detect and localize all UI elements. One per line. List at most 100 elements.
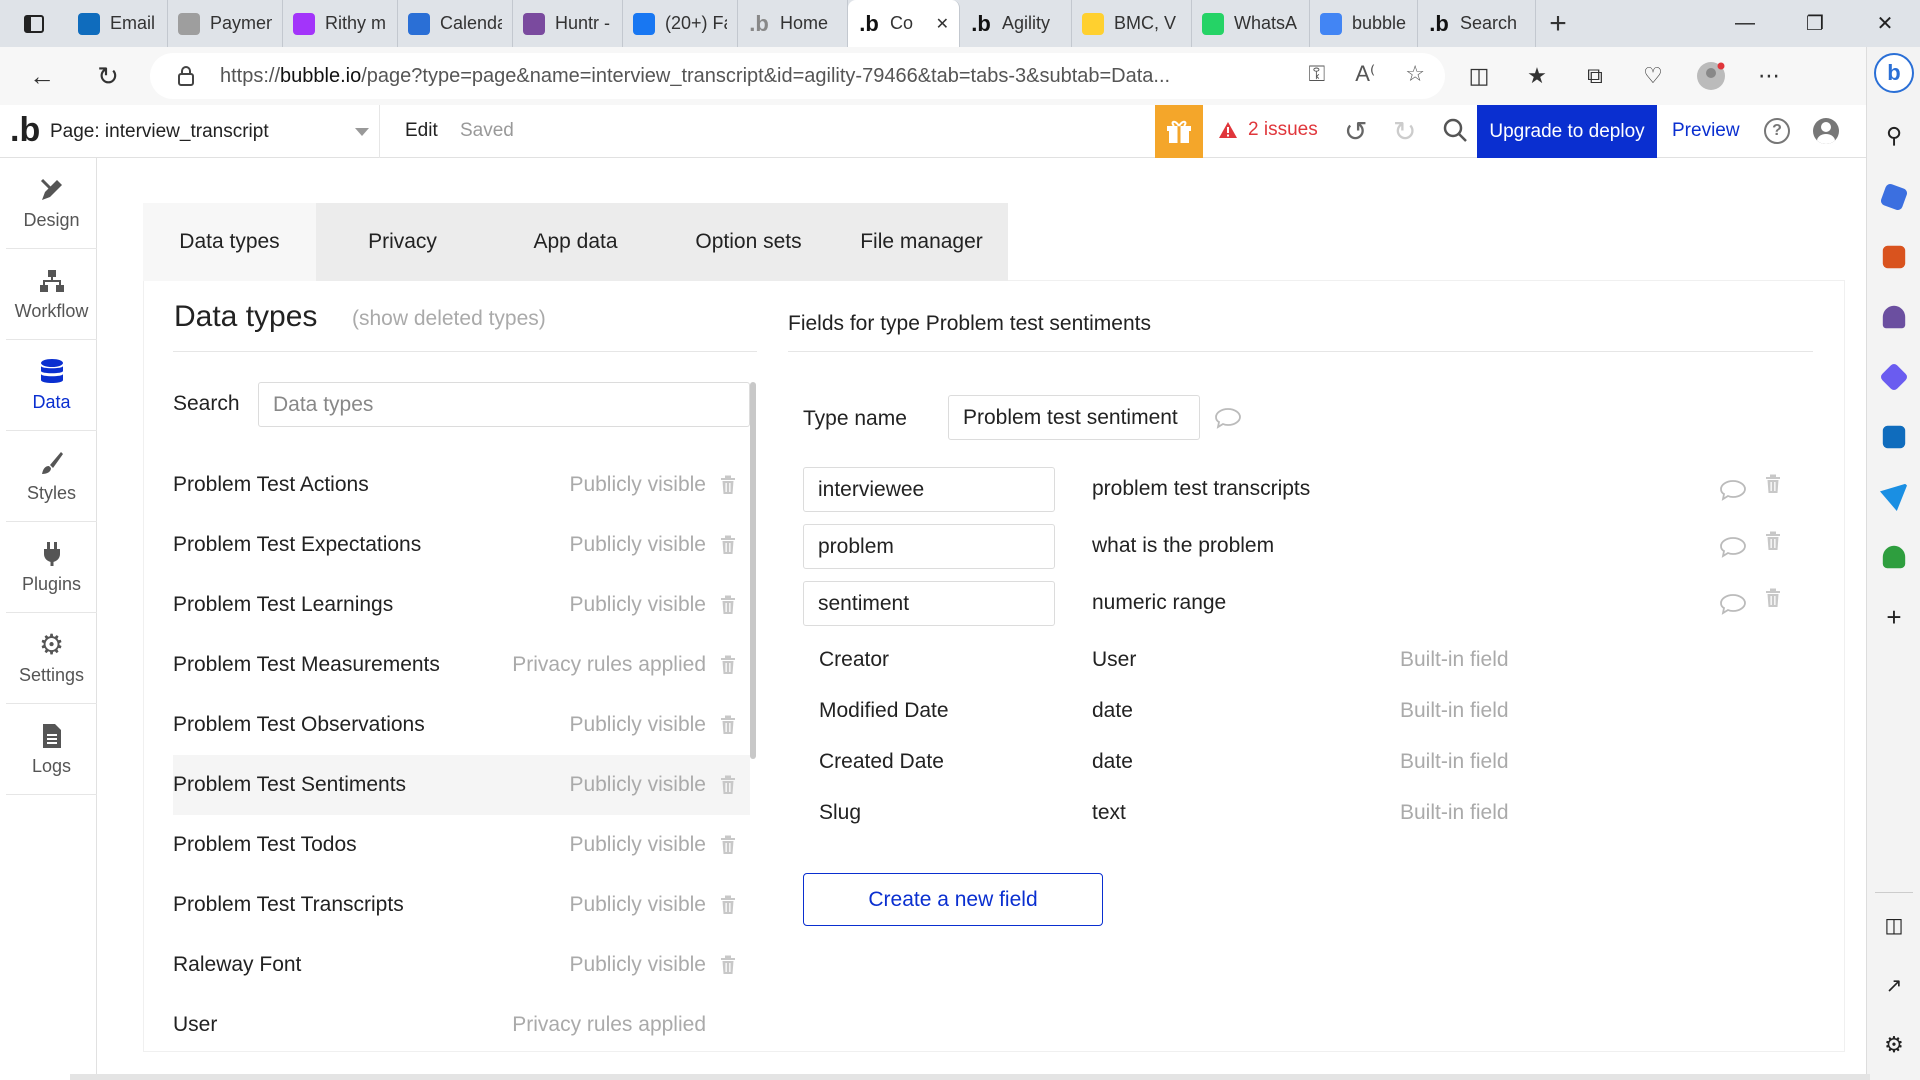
address-bar[interactable]: https://bubble.io/page?type=page&name=in… (150, 53, 1445, 99)
trash-icon[interactable] (720, 775, 736, 795)
data-type-row[interactable]: Problem Test Observations Publicly visibl… (173, 695, 750, 755)
edit-menu[interactable]: Edit (405, 120, 438, 142)
data-type-row[interactable]: Problem Test Expectations Publicly visibl… (173, 515, 750, 575)
browser-tab[interactable]: .b Home (738, 0, 848, 47)
key-icon[interactable]: ⚿ (1308, 61, 1325, 87)
close-tab-icon[interactable]: ✕ (936, 14, 949, 34)
data-type-row[interactable]: Problem Test Todos Publicly visible (173, 815, 750, 875)
comment-icon[interactable] (1719, 536, 1747, 558)
data-types-scrollbar[interactable] (750, 382, 756, 759)
trash-icon[interactable] (720, 895, 736, 915)
browser-tab[interactable]: Rithy m (283, 0, 398, 47)
data-type-privacy[interactable]: Publicly visible (569, 953, 706, 977)
trash-icon[interactable] (1765, 588, 1781, 608)
field-name-input[interactable] (803, 581, 1055, 626)
favorites-icon[interactable]: ★ (1520, 63, 1554, 89)
send-icon[interactable] (1880, 483, 1908, 511)
account-icon[interactable] (1813, 118, 1839, 144)
upgrade-to-deploy-button[interactable]: Upgrade to deploy (1477, 105, 1657, 158)
tab-data-types[interactable]: Data types (143, 203, 316, 281)
search-icon[interactable] (1442, 117, 1468, 143)
trash-icon[interactable] (1765, 531, 1781, 551)
restore-icon[interactable]: ❐ (1780, 0, 1850, 47)
comment-icon[interactable] (1214, 407, 1242, 429)
tab-app-data[interactable]: App data (489, 203, 662, 281)
nav-design[interactable]: Design (6, 158, 97, 249)
shopping-tag-icon[interactable] (1879, 182, 1909, 212)
nav-plugins[interactable]: Plugins (6, 522, 97, 613)
split-screen-icon[interactable]: ◫ (1462, 63, 1496, 89)
comment-icon[interactable] (1719, 593, 1747, 615)
add-sidebar-icon[interactable]: + (1880, 602, 1908, 632)
trash-icon[interactable] (720, 475, 736, 495)
tools-icon[interactable] (1882, 245, 1906, 269)
trash-icon[interactable] (720, 535, 736, 555)
data-type-row[interactable]: Problem Test Learnings Publicly visible (173, 575, 750, 635)
data-type-privacy[interactable]: Publicly visible (569, 713, 706, 737)
trash-icon[interactable] (720, 655, 736, 675)
field-name-input[interactable] (803, 524, 1055, 569)
microsoft-365-icon[interactable] (1879, 362, 1909, 392)
profile-avatar-icon[interactable] (1694, 61, 1728, 91)
nav-styles[interactable]: Styles (6, 431, 97, 522)
minimize-icon[interactable]: — (1710, 0, 1780, 47)
browser-tab[interactable]: Paymen (168, 0, 283, 47)
issues-indicator[interactable]: 2 issues (1218, 119, 1318, 141)
data-type-row[interactable]: Problem Test Transcripts Publicly visible (173, 875, 750, 935)
data-type-privacy[interactable]: Publicly visible (569, 473, 706, 497)
read-aloud-icon[interactable]: A⁽ (1355, 61, 1375, 87)
tree-icon[interactable] (1882, 545, 1906, 569)
tab-option-sets[interactable]: Option sets (662, 203, 835, 281)
browser-tab[interactable]: Email - | (68, 0, 168, 47)
outlook-icon[interactable] (1882, 425, 1906, 449)
data-type-privacy[interactable]: Privacy rules applied (512, 653, 706, 677)
type-name-input[interactable] (948, 395, 1200, 440)
data-type-privacy[interactable]: Publicly visible (569, 773, 706, 797)
more-options-icon[interactable]: ⋯ (1752, 63, 1786, 89)
hide-sidebar-icon[interactable]: ◫ (1880, 911, 1908, 939)
data-type-row[interactable]: Raleway Font Publicly visible (173, 935, 750, 995)
create-new-field-button[interactable]: Create a new field (803, 873, 1103, 926)
browser-tab[interactable]: Huntr - (513, 0, 623, 47)
close-window-icon[interactable]: ✕ (1850, 0, 1920, 47)
data-type-privacy[interactable]: Publicly visible (569, 833, 706, 857)
comment-icon[interactable] (1719, 479, 1747, 501)
nav-data[interactable]: Data (6, 340, 97, 431)
tab-privacy[interactable]: Privacy (316, 203, 489, 281)
bubble-logo[interactable]: .b (10, 113, 40, 147)
browser-tab[interactable]: bubble (1310, 0, 1418, 47)
nav-workflow[interactable]: Workflow (6, 249, 97, 340)
data-type-row[interactable]: Problem Test Actions Publicly visible (173, 455, 750, 515)
data-type-privacy[interactable]: Publicly visible (569, 893, 706, 917)
data-type-row[interactable]: Problem Test Measurements Privacy rules a… (173, 635, 750, 695)
data-types-search-input[interactable] (258, 382, 750, 427)
nav-settings[interactable]: ⚙ Settings (6, 613, 97, 704)
tab-file-manager[interactable]: File manager (835, 203, 1008, 281)
data-type-privacy[interactable]: Publicly visible (569, 533, 706, 557)
trash-icon[interactable] (720, 595, 736, 615)
browser-tab[interactable]: BMC, V (1072, 0, 1192, 47)
trash-icon[interactable] (1765, 474, 1781, 494)
bing-copilot-icon[interactable]: b (1874, 53, 1914, 93)
browser-essentials-icon[interactable]: ♡ (1636, 63, 1670, 89)
back-button[interactable]: ← (10, 47, 74, 105)
browser-tab[interactable]: .b Search (1418, 0, 1536, 47)
collections-icon[interactable]: ⧉ (1578, 63, 1612, 89)
show-deleted-types-link[interactable]: (show deleted types) (352, 307, 546, 331)
new-tab-button[interactable]: + (1536, 0, 1580, 47)
nav-logs[interactable]: Logs (6, 704, 97, 795)
data-type-row[interactable]: Problem Test Sentiments Publicly visible (173, 755, 750, 815)
sidebar-settings-icon[interactable]: ⚙ (1880, 1031, 1908, 1059)
field-name-input[interactable] (803, 467, 1055, 512)
trash-icon[interactable] (720, 955, 736, 975)
help-icon[interactable]: ? (1764, 118, 1790, 144)
gift-button[interactable] (1155, 105, 1203, 158)
page-selector[interactable]: Page: interview_transcript (50, 105, 380, 158)
data-type-privacy[interactable]: Privacy rules applied (512, 1013, 706, 1037)
search-sidebar-icon[interactable]: ⚲ (1880, 122, 1908, 150)
browser-tab[interactable]: .b Co ✕ (848, 0, 960, 47)
trash-icon[interactable] (720, 835, 736, 855)
refresh-button[interactable]: ↻ (76, 47, 140, 105)
browser-tab[interactable]: Calenda (398, 0, 513, 47)
undo-icon[interactable]: ↺ (1344, 115, 1367, 148)
